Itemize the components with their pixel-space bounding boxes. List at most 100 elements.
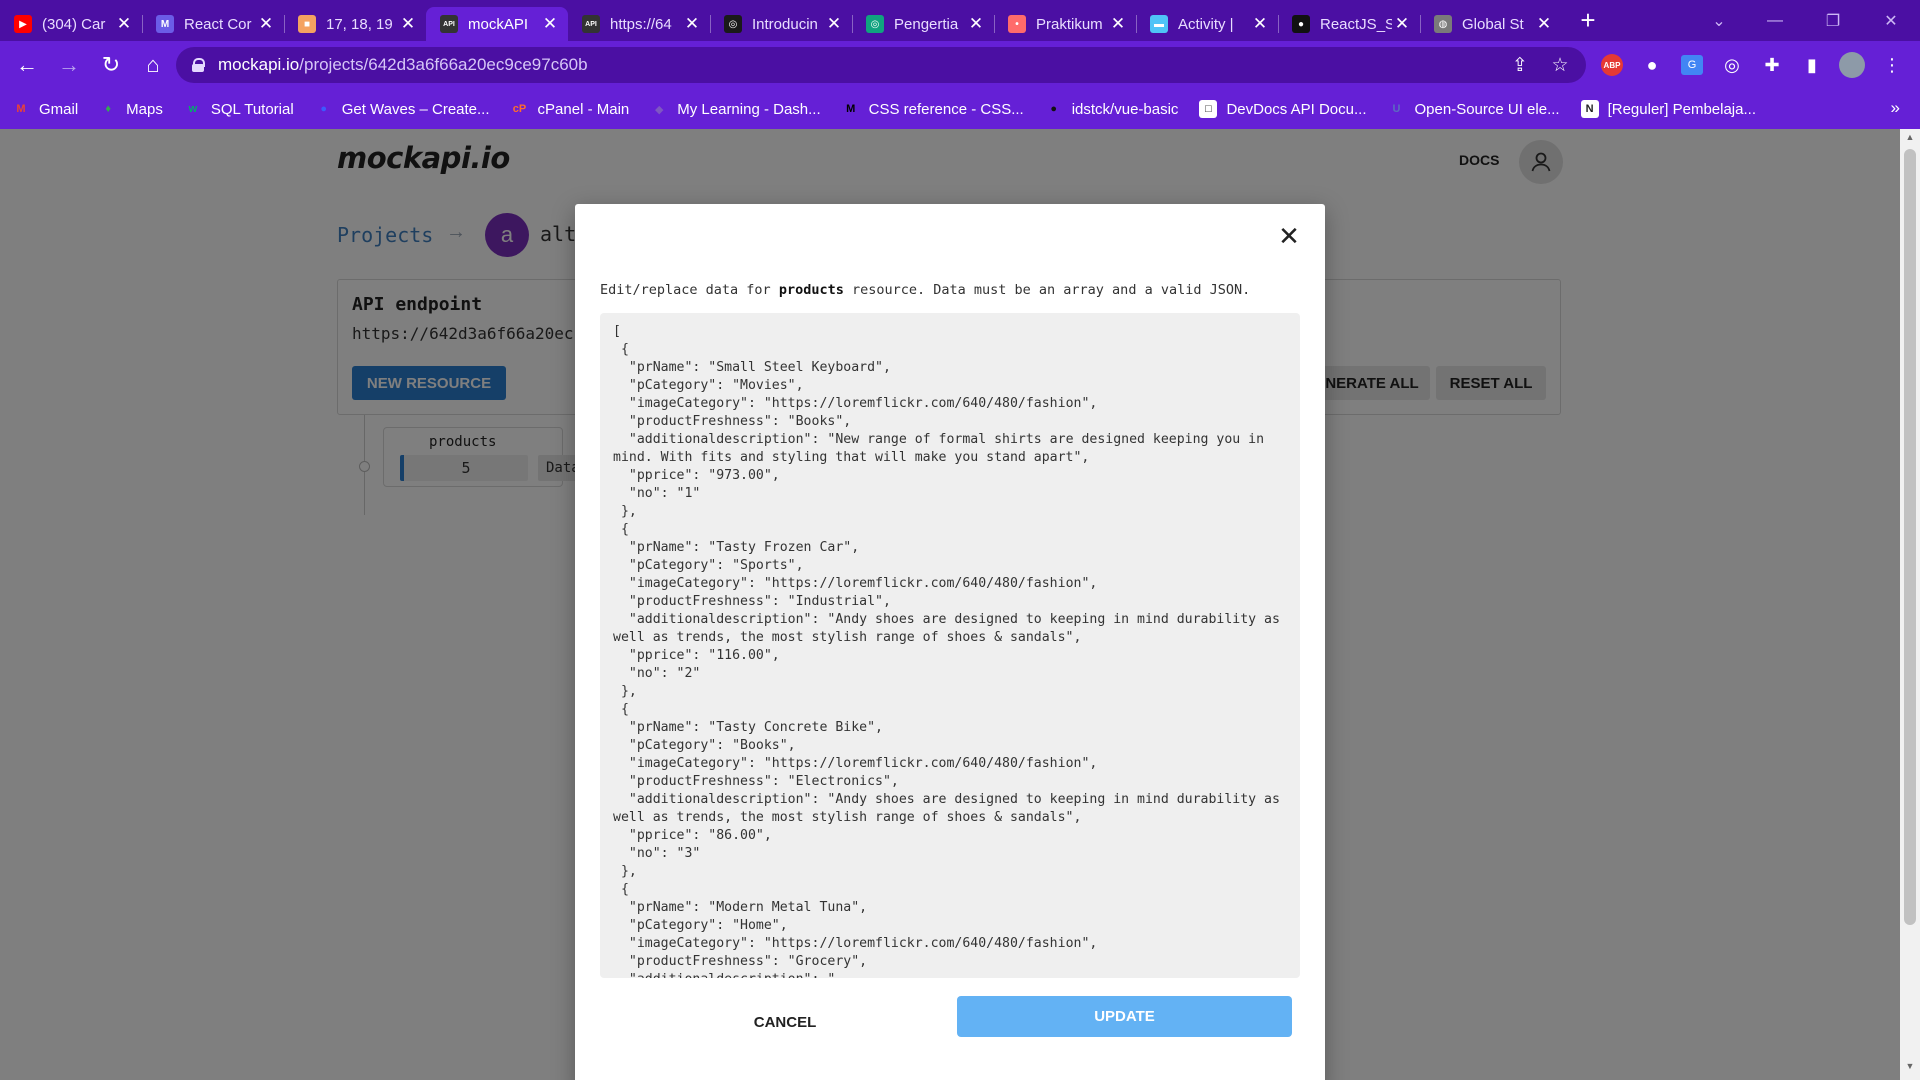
menu-kebab-icon[interactable]: ⋮: [1877, 50, 1907, 80]
tab-close-icon[interactable]: ✕: [1250, 14, 1270, 34]
bookmarks-overflow-icon[interactable]: »: [1891, 98, 1900, 118]
json-editor-content[interactable]: [ { "prName": "Small Steel Keyboard", "p…: [600, 313, 1300, 978]
bookmark-label: Maps: [126, 100, 163, 118]
close-icon[interactable]: ✕: [1275, 222, 1303, 250]
bookmark-item[interactable]: ● Get Waves – Create...: [315, 100, 489, 118]
bookmark-item[interactable]: ◆ My Learning - Dash...: [650, 100, 821, 118]
cancel-button[interactable]: CANCEL: [730, 1005, 840, 1039]
edit-data-modal: ✕ Edit/replace data for products resourc…: [575, 204, 1325, 1080]
tab-close-icon[interactable]: ✕: [1534, 14, 1554, 34]
tab-strip: ▶ (304) Car ✕ M React Cor ✕ ■ 17, 18, 19 ✕ API moc…: [0, 0, 1920, 41]
update-button[interactable]: UPDATE: [957, 996, 1292, 1037]
react-course-icon: M: [156, 15, 174, 33]
bookmark-label: Open-Source UI ele...: [1414, 100, 1560, 118]
tab-close-icon[interactable]: ✕: [966, 14, 986, 34]
modal-description: Edit/replace data for products resource.…: [600, 282, 1250, 298]
browser-tab[interactable]: API https://64 ✕: [568, 7, 710, 41]
mockapi-icon: API: [440, 15, 458, 33]
new-tab-button[interactable]: +: [1568, 5, 1608, 36]
back-icon[interactable]: ←: [6, 45, 48, 85]
tab-close-icon[interactable]: ✕: [398, 14, 418, 34]
json-editor[interactable]: [ { "prName": "Small Steel Keyboard", "p…: [600, 313, 1300, 978]
extensions-puzzle-icon[interactable]: ✚: [1757, 50, 1787, 80]
bookmark-item[interactable]: w SQL Tutorial: [184, 100, 294, 118]
browser-tab[interactable]: ◍ Global St ✕: [1420, 7, 1562, 41]
bookmark-item[interactable]: cP cPanel - Main: [511, 100, 630, 118]
bookmark-item[interactable]: U Open-Source UI ele...: [1388, 100, 1560, 118]
github-icon: ●: [1050, 103, 1058, 115]
bookmark-item[interactable]: M Gmail: [12, 100, 78, 118]
minimize-button[interactable]: —: [1746, 0, 1804, 41]
tab-close-icon[interactable]: ✕: [1392, 14, 1412, 34]
target-icon[interactable]: ◎: [1717, 50, 1747, 80]
browser-tab[interactable]: API mockAPI ✕: [426, 7, 568, 41]
adblock-icon[interactable]: ABP: [1597, 50, 1627, 80]
browser-tab[interactable]: ◎ Pengertia ✕: [852, 7, 994, 41]
youtube-icon: ▶: [14, 15, 32, 33]
bookmark-item[interactable]: ♦ Maps: [99, 100, 163, 118]
scroll-thumb[interactable]: [1904, 149, 1916, 925]
bookmark-item[interactable]: ● idstck/vue-basic: [1045, 100, 1179, 118]
tab-title: Introducin: [752, 15, 818, 33]
tab-close-icon[interactable]: ✕: [682, 14, 702, 34]
tab-title: Praktikum: [1036, 15, 1103, 33]
cpanel-icon: cP: [512, 103, 527, 115]
github-icon: ●: [1292, 15, 1310, 33]
bookmark-label: DevDocs API Docu...: [1226, 100, 1367, 118]
ui-icon: U: [1392, 103, 1401, 115]
translate-icon[interactable]: G: [1677, 50, 1707, 80]
tab-close-icon[interactable]: ✕: [824, 14, 844, 34]
tab-list: ▶ (304) Car ✕ M React Cor ✕ ■ 17, 18, 19 ✕ API moc…: [0, 0, 1562, 41]
restore-button[interactable]: ❐: [1804, 0, 1862, 41]
tab-title: (304) Car: [42, 15, 106, 33]
w3schools-icon: w: [188, 103, 198, 115]
profile-avatar-icon[interactable]: [1837, 50, 1867, 80]
tab-close-icon[interactable]: ✕: [1108, 14, 1128, 34]
browser-tab[interactable]: ● ReactJS_S ✕: [1278, 7, 1420, 41]
side-panel-icon[interactable]: ▮: [1797, 50, 1827, 80]
maps-icon: ♦: [105, 103, 111, 115]
browser-tab[interactable]: ▶ (304) Car ✕: [0, 7, 142, 41]
address-bar[interactable]: mockapi.io/projects/642d3a6f66a20ec9ce97…: [176, 47, 1586, 83]
forward-icon[interactable]: →: [48, 45, 90, 85]
browser-tab[interactable]: ■ 17, 18, 19 ✕: [284, 7, 426, 41]
learning-icon: ◆: [655, 103, 664, 116]
mdn-icon: M: [846, 103, 856, 115]
bookmark-item[interactable]: □ DevDocs API Docu...: [1199, 100, 1367, 118]
scroll-down-icon[interactable]: ▼: [1900, 1061, 1920, 1077]
chatgpt-icon: ◎: [866, 15, 884, 33]
bookmark-item[interactable]: N [Reguler] Pembelaja...: [1580, 100, 1756, 118]
bookmark-label: CSS reference - CSS...: [868, 100, 1024, 118]
bookmark-label: My Learning - Dash...: [677, 100, 821, 118]
devdocs-icon: □: [1199, 100, 1218, 118]
extension-dark-icon[interactable]: ●: [1637, 50, 1667, 80]
bookmark-label: Gmail: [39, 100, 79, 118]
scroll-up-icon[interactable]: ▲: [1900, 132, 1920, 148]
tab-title: React Cor: [184, 15, 252, 33]
tab-close-icon[interactable]: ✕: [256, 14, 276, 34]
desc-suffix: resource. Data must be an array and a va…: [843, 282, 1251, 298]
notion-icon: N: [1580, 100, 1599, 118]
tab-title: Global St: [1462, 15, 1524, 33]
tab-close-icon[interactable]: ✕: [114, 14, 134, 34]
browser-tab[interactable]: ▬ Activity | ✕: [1136, 7, 1278, 41]
url-path: /projects/642d3a6f66a20ec9ce97c60b: [299, 55, 588, 74]
bookmarks-bar: M Gmail ♦ Maps w SQL Tutorial ● Get Waves – Cre…: [0, 89, 1920, 129]
page-scrollbar[interactable]: ▲ ▼: [1900, 129, 1920, 1080]
share-icon[interactable]: ⇪: [1506, 51, 1534, 79]
browser-tab[interactable]: M React Cor ✕: [142, 7, 284, 41]
bookmark-label: idstck/vue-basic: [1071, 100, 1179, 118]
browser-tab[interactable]: ◎ Introducin ✕: [710, 7, 852, 41]
bookmark-label: cPanel - Main: [537, 100, 630, 118]
close-window-button[interactable]: ✕: [1862, 0, 1920, 41]
activity-icon: ▬: [1150, 15, 1168, 33]
bookmark-item[interactable]: M CSS reference - CSS...: [842, 100, 1024, 118]
bookmark-label: [Reguler] Pembelaja...: [1607, 100, 1756, 118]
tab-search-icon[interactable]: ⌄: [1690, 0, 1748, 41]
browser-tab[interactable]: • Praktikum ✕: [994, 7, 1136, 41]
tab-close-icon[interactable]: ✕: [540, 14, 560, 34]
bookmark-star-icon[interactable]: ☆: [1546, 51, 1574, 79]
lock-icon[interactable]: [192, 58, 205, 72]
reload-icon[interactable]: ↻: [90, 45, 132, 85]
home-icon[interactable]: ⌂: [132, 45, 174, 85]
